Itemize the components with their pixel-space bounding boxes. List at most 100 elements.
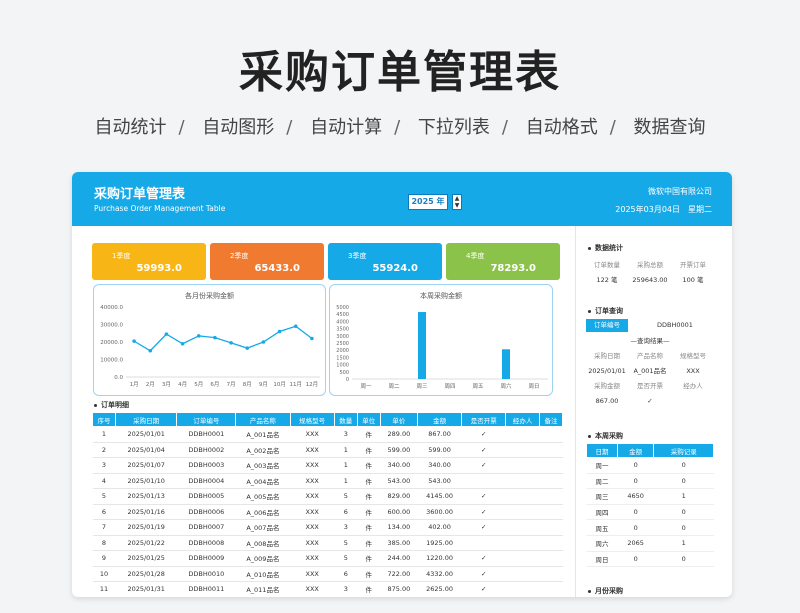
x-tick-label: 5月 (194, 381, 203, 388)
table-row[interactable]: 周日 0 0 (586, 551, 714, 568)
lookup-result-title: —查询结果— (630, 337, 670, 345)
table-cell: 周六 (586, 535, 618, 552)
table-cell: ✓ (461, 457, 506, 474)
table-row[interactable]: 2 2025/01/04 DDBH0002 A_002品名 XXX 1 件 599.00 599… (92, 442, 563, 458)
x-tick-label: 周二 (388, 383, 400, 390)
table-row[interactable]: 5 2025/01/13 DDBH0005 A_005品名 XXX 5 件 829.00 414… (92, 488, 563, 505)
year-selector[interactable]: 2025 年 (408, 194, 448, 210)
table-cell (505, 566, 540, 582)
table-row[interactable]: 周二 0 0 (586, 473, 714, 490)
table-row[interactable]: 1 2025/01/01 DDBH0001 A_001品名 XXX 3 件 289.00 867… (92, 426, 563, 443)
company-name: 微软中国有限公司 (648, 187, 712, 196)
table-cell: 0 (653, 551, 714, 568)
table-row[interactable]: 8 2025/01/22 DDBH0008 A_008品名 XXX 5 件 385.00 192… (92, 535, 563, 551)
orders-column-header: 规格型号 (289, 412, 335, 427)
order-no-input[interactable]: DDBH0001 (636, 319, 714, 332)
x-tick-label: 10月 (273, 381, 286, 388)
table-row[interactable]: 3 2025/01/07 DDBH0003 A_003品名 XXX 1 件 340.00 340… (92, 457, 563, 474)
table-cell: 1220.00 (417, 550, 462, 567)
table-row[interactable]: 周六 2065 1 (586, 535, 714, 552)
data-point (293, 324, 298, 329)
spin-down-icon[interactable]: ▼ (453, 202, 461, 209)
weekday-text: 星期二 (688, 205, 712, 214)
table-cell: XXX (290, 550, 335, 567)
weekly-body: 周一 0 0 周二 0 0 周三 4650 1 周四 0 0 周五 0 0 周六 2065 1 周日 0 0 (586, 457, 714, 568)
table-cell: 5 (334, 488, 358, 505)
lookup-section-label: 订单查询 (588, 306, 623, 316)
table-cell: 829.00 (380, 488, 418, 505)
data-point (277, 329, 282, 334)
spin-up-icon[interactable]: ▲ (453, 195, 461, 202)
table-cell (461, 535, 506, 551)
table-cell: ✓ (461, 519, 506, 536)
table-cell: 543.00 (380, 473, 418, 489)
table-cell: 件 (357, 519, 381, 536)
table-row[interactable]: 周四 0 0 (586, 504, 714, 521)
y-tick-label: 3000 (336, 334, 349, 340)
table-cell: DDBH0011 (176, 581, 236, 597)
table-row[interactable]: 周一 0 0 (586, 457, 714, 474)
data-point (132, 339, 136, 343)
orders-column-header: 序号 (92, 412, 116, 427)
table-row[interactable]: 10 2025/01/28 DDBH0010 A_010品名 XXX 6 件 722.00 43… (92, 566, 563, 582)
table-cell: 7 (92, 519, 116, 536)
table-cell: 周三 (586, 488, 618, 505)
table-row[interactable]: 周五 0 0 (586, 519, 714, 536)
x-tick-label: 周一 (360, 383, 372, 390)
table-cell: 1 (334, 473, 358, 489)
table-cell (539, 519, 563, 536)
lookup-label: 产品名称 (637, 352, 663, 360)
table-cell: A_008品名 (235, 535, 291, 551)
table-cell (505, 550, 540, 567)
table-cell: 385.00 (380, 535, 418, 551)
table-row[interactable]: 4 2025/01/10 DDBH0004 A_004品名 XXX 1 件 543.00 543… (92, 473, 563, 489)
orders-column-header: 产品名称 (235, 412, 291, 427)
kpi-q4: 4季度 78293.0 (446, 243, 560, 280)
feature-4: 下拉列表 (417, 117, 490, 138)
kpi-label: 1季度 (112, 252, 131, 260)
stats-value: 122 笔 (596, 276, 618, 284)
table-row[interactable]: 7 2025/01/19 DDBH0007 A_007品名 XXX 3 件 134.00 402… (92, 519, 563, 536)
table-cell: 2 (92, 442, 116, 458)
table-cell: 2065 (617, 535, 654, 552)
table-cell: 3600.00 (417, 504, 462, 520)
x-tick-label: 3月 (162, 381, 171, 388)
table-cell: 5 (334, 535, 358, 551)
table-cell: 2625.00 (417, 581, 462, 597)
weekly-section-label: 本周采购 (588, 431, 623, 441)
stats-panel: 订单数量 采购总额 开票订单 122 笔 259643.00 100 笔 (586, 258, 714, 288)
lookup-value: 867.00 (595, 397, 619, 405)
table-cell: A_001品名 (235, 426, 291, 443)
table-cell: 11 (92, 581, 116, 597)
orders-column-header: 单价 (379, 412, 419, 427)
kpi-label: 2季度 (230, 252, 249, 260)
table-cell: XXX (290, 442, 335, 458)
stats-label: 开票订单 (680, 261, 706, 269)
x-tick-label: 4月 (178, 381, 187, 388)
weekly-bar-chart: 本周采购金额 0 500 1000 1500 2000 2500 3000 3500 4000 4… (329, 284, 553, 396)
table-cell: 0 (617, 519, 654, 536)
table-row[interactable]: 9 2025/01/25 DDBH0009 A_009品名 XXX 5 件 244.00 122… (92, 550, 563, 567)
table-cell: XXX (290, 519, 335, 536)
table-cell: DDBH0005 (176, 488, 236, 505)
table-cell: 3 (334, 426, 358, 443)
lookup-value: ✓ (647, 397, 653, 405)
x-tick-label: 周三 (416, 383, 428, 390)
year-spinner[interactable]: ▲ ▼ (452, 194, 462, 210)
table-row[interactable]: 11 2025/01/31 DDBH0011 A_011品名 XXX 3 件 875.00 26… (92, 581, 563, 597)
table-cell: 件 (357, 550, 381, 567)
table-row[interactable]: 6 2025/01/16 DDBH0006 A_006品名 XXX 6 件 600.00 360… (92, 504, 563, 520)
feature-2: 自动图形 (202, 117, 275, 138)
orders-column-header: 订单编号 (176, 412, 237, 427)
table-cell (505, 457, 540, 474)
data-point (261, 340, 266, 344)
table-cell: 0 (653, 457, 714, 474)
table-cell: 件 (357, 442, 381, 458)
y-tick-label: 4500 (336, 312, 349, 318)
table-cell: 1 (334, 442, 358, 458)
y-tick-label: 40000.0 (100, 305, 123, 311)
monthly-line-chart: 各月份采购金额 0.0 10000.0 20000.0 30000.0 40000.0 1… (93, 284, 326, 396)
table-row[interactable]: 周三 4650 1 (586, 488, 714, 505)
hero-features: 自动统计 / 自动图形 / 自动计算 / 下拉列表 / 自动格式 / 数据查询 (94, 117, 706, 138)
weekly-header-row: 日期 金额 采购记录 (586, 443, 714, 458)
